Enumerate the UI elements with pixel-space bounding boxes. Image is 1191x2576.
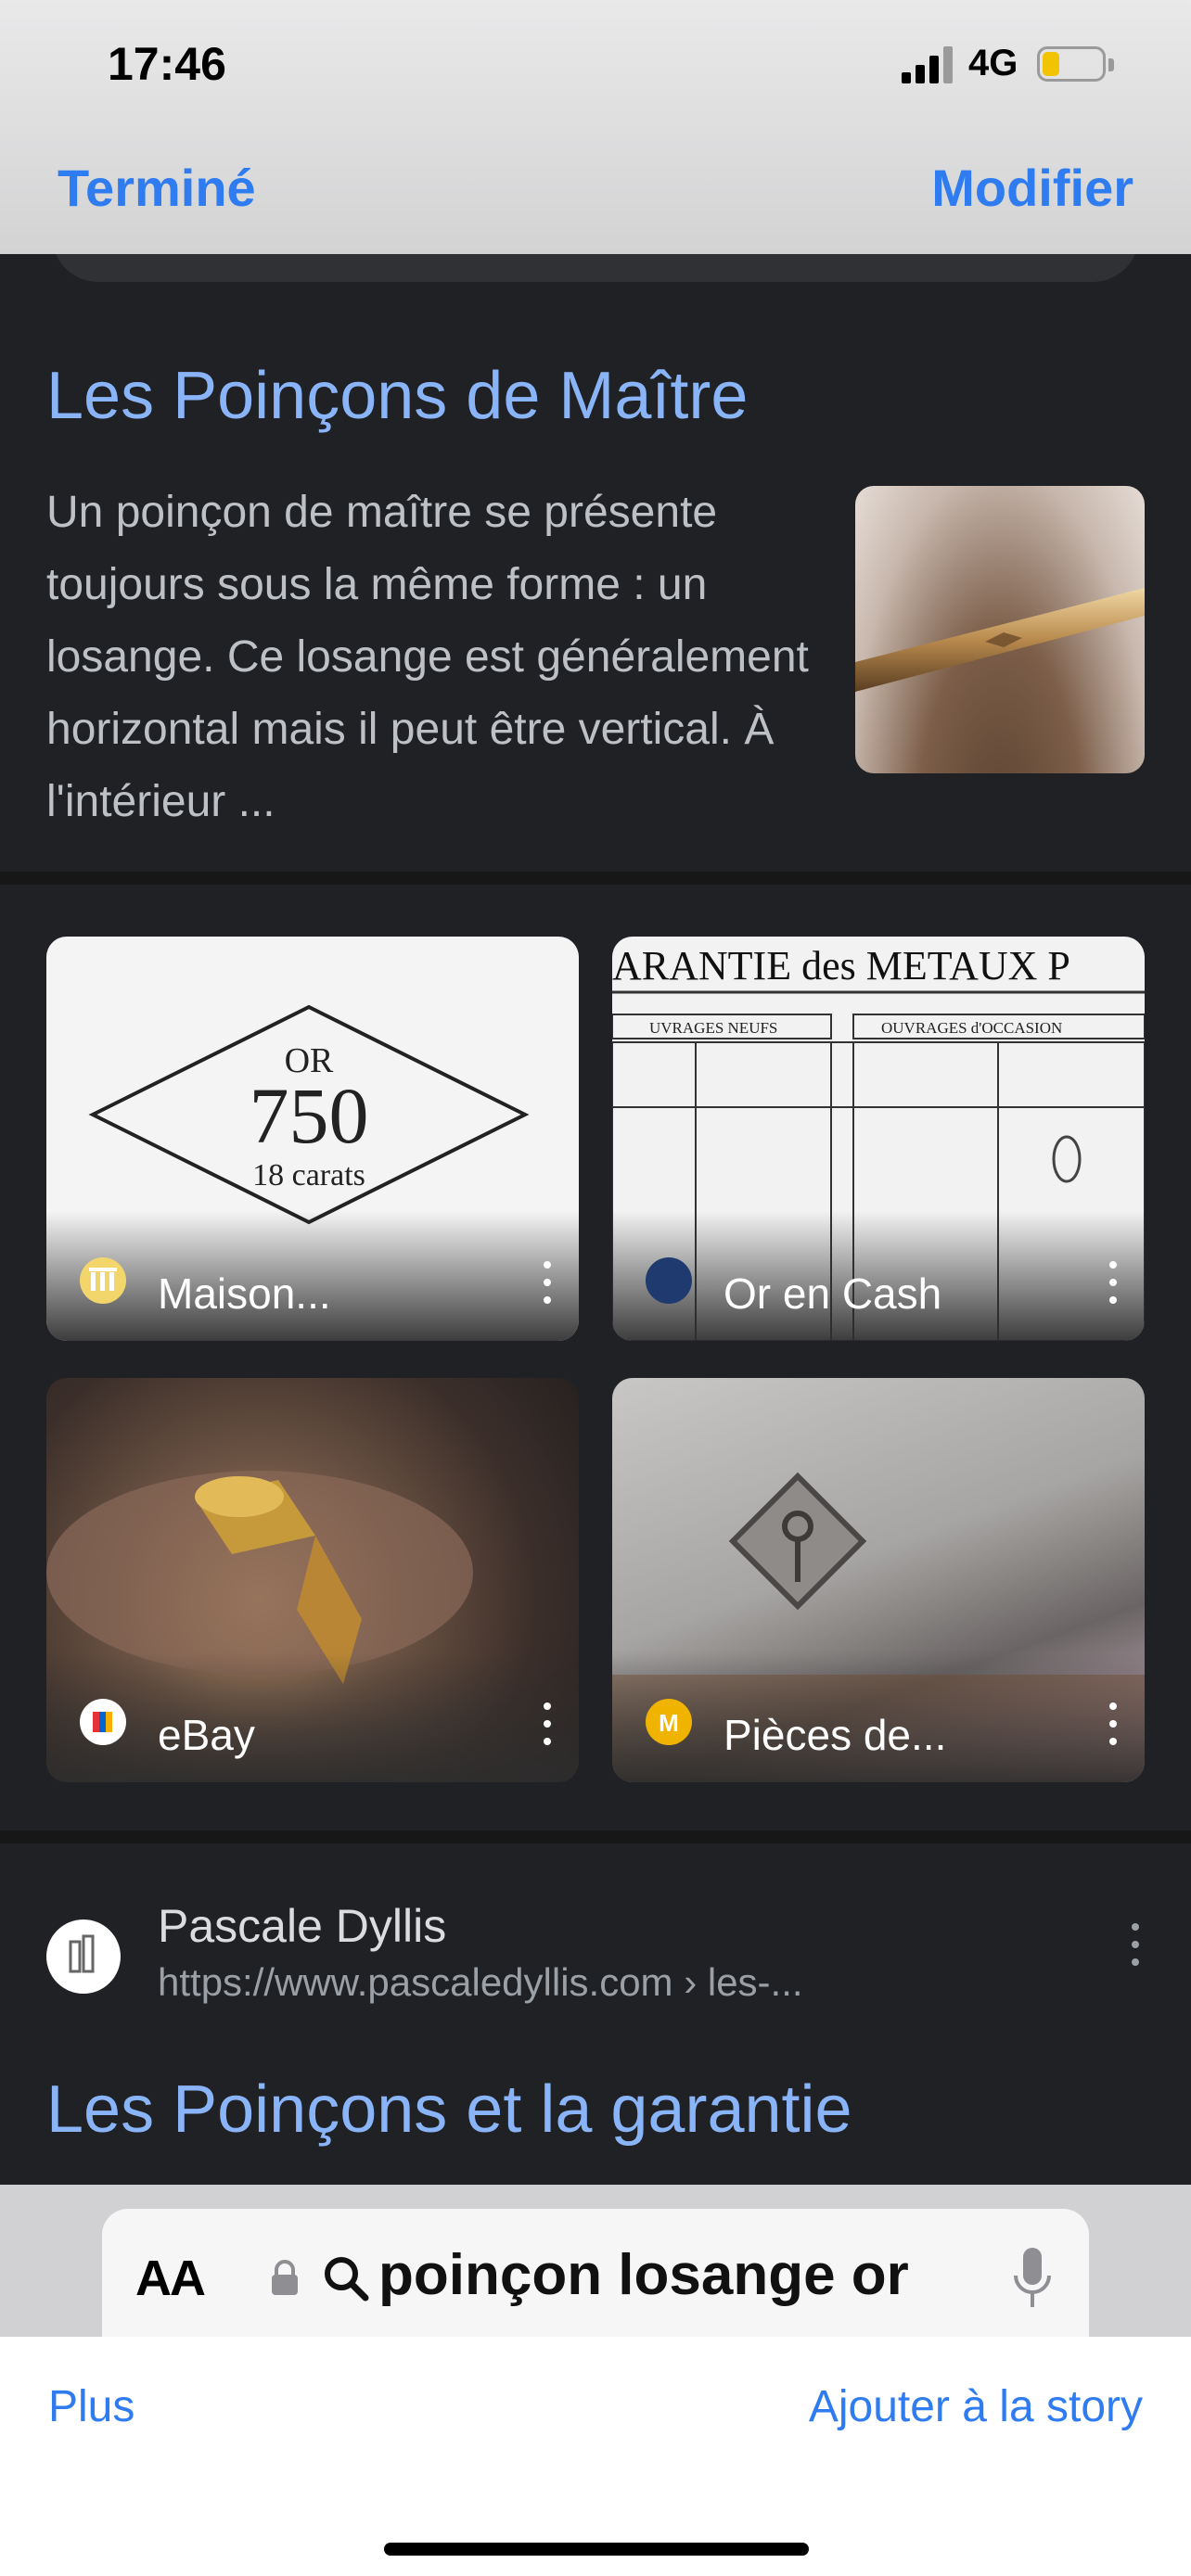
more-options-icon[interactable] xyxy=(1109,1261,1117,1304)
cellular-signal-icon xyxy=(902,46,954,83)
svg-text:750: 750 xyxy=(250,1071,369,1160)
image-source-label: Maison... xyxy=(158,1269,331,1318)
address-bar-area: AA poinçon losange or xyxy=(0,2185,1191,2339)
m-logo-icon: M xyxy=(646,1699,692,1745)
battery-icon xyxy=(1037,46,1114,82)
image-result-maison[interactable]: OR 750 18 carats Maison... xyxy=(46,937,579,1341)
search-icon xyxy=(325,2257,369,2302)
add-to-story-button[interactable]: Ajouter à la story xyxy=(809,2381,1143,2432)
more-options-icon[interactable] xyxy=(1109,1702,1117,1745)
result-source-row[interactable]: Pascale Dyllis https://www.pascaledyllis… xyxy=(46,1899,1145,2029)
svg-text:ARANTIE des METAUX P: ARANTIE des METAUX P xyxy=(612,943,1070,988)
header-bar: 17:46 4G Terminé Modifier xyxy=(0,0,1191,254)
image-result-or-en-cash[interactable]: ARANTIE des METAUX P UVRAGES NEUFS OUVRA… xyxy=(612,937,1145,1341)
image-result-pieces[interactable]: M Pièces de... xyxy=(612,1378,1145,1782)
svg-text:UVRAGES NEUFS: UVRAGES NEUFS xyxy=(649,1019,777,1037)
section-divider xyxy=(0,872,1191,885)
result-title-link[interactable]: Les Poinçons et la garantie xyxy=(46,2072,852,2148)
or-en-cash-logo-icon xyxy=(646,1257,692,1304)
more-options-icon[interactable] xyxy=(544,1702,551,1745)
lock-icon xyxy=(272,2260,298,2295)
address-bar[interactable]: AA poinçon losange or xyxy=(102,2209,1089,2339)
site-url: https://www.pascaledyllis.com › les-... xyxy=(158,1960,803,2004)
image-result-ebay[interactable]: eBay xyxy=(46,1378,579,1782)
image-source-label: eBay xyxy=(158,1711,255,1759)
network-type: 4G xyxy=(968,43,1018,83)
ebay-logo-icon xyxy=(80,1699,126,1745)
svg-text:OUVRAGES d'OCCASION: OUVRAGES d'OCCASION xyxy=(881,1019,1062,1037)
image-source-label: Pièces de... xyxy=(724,1711,947,1759)
search-box[interactable] xyxy=(52,254,1139,282)
reader-settings-button[interactable]: AA xyxy=(135,2250,206,2307)
result-snippet: Un poinçon de maître se présente toujour… xyxy=(46,488,809,826)
museum-icon xyxy=(80,1257,126,1304)
more-options-icon[interactable] xyxy=(1132,1923,1139,1966)
svg-text:M: M xyxy=(659,1709,679,1737)
home-indicator[interactable] xyxy=(384,2543,809,2556)
status-time: 17:46 xyxy=(108,38,226,90)
gold-bar-image xyxy=(855,588,1145,692)
image-source-label: Or en Cash xyxy=(724,1269,942,1318)
more-options-icon[interactable] xyxy=(544,1261,551,1304)
edit-button[interactable]: Modifier xyxy=(931,158,1133,218)
url-query-text: poinçon losange or xyxy=(378,2243,909,2307)
site-name: Pascale Dyllis xyxy=(158,1900,447,1952)
more-button[interactable]: Plus xyxy=(48,2381,134,2432)
bottom-toolbar: Plus Ajouter à la story xyxy=(0,2337,1191,2576)
search-results: Les Poinçons de Maître Un poinçon de maî… xyxy=(0,254,1191,2187)
microphone-icon[interactable] xyxy=(1011,2246,1054,2311)
site-favicon xyxy=(46,1919,121,1994)
section-divider xyxy=(0,1830,1191,1843)
result-thumbnail[interactable] xyxy=(855,486,1145,773)
svg-text:18 carats: 18 carats xyxy=(252,1158,365,1192)
done-button[interactable]: Terminé xyxy=(58,158,256,218)
result-title-link[interactable]: Les Poinçons de Maître xyxy=(46,358,748,434)
